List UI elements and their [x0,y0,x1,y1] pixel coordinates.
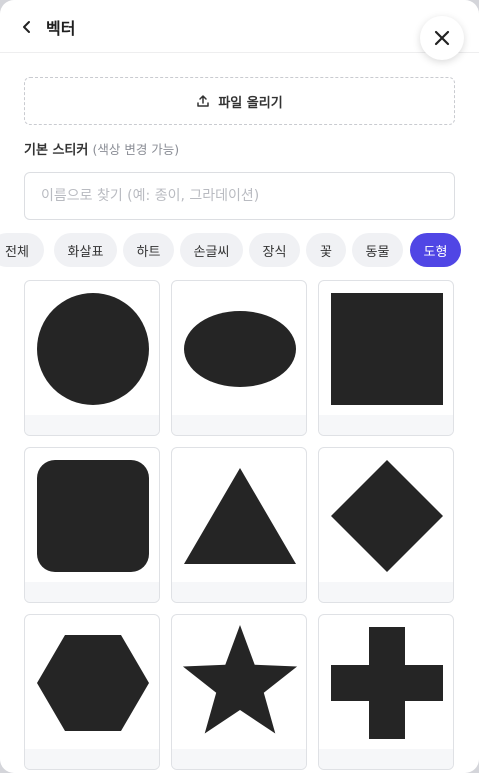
ellipse-shape-icon [184,311,296,387]
card-footer [319,415,453,435]
category-chip[interactable]: 장식 [249,233,300,267]
card-footer [172,582,306,602]
category-chip[interactable]: 동물 [352,233,403,267]
card-footer [172,415,306,435]
close-button[interactable] [420,16,464,60]
section-heading: 기본 스티커 (색상 변경 가능) [24,139,179,158]
shape-card[interactable] [171,614,307,770]
card-footer [25,415,159,435]
category-chip[interactable]: 도형 [410,233,461,267]
file-upload-button[interactable]: 파일 올리기 [24,77,455,125]
shape-card[interactable] [24,447,160,603]
shape-card[interactable] [318,447,454,603]
category-chips: 전체 화살표 하트 손글씨 장식 꽃 동물 도형 [0,233,479,269]
upload-icon [197,95,210,107]
category-chip[interactable]: 꽃 [306,233,346,267]
back-button[interactable] [16,16,38,38]
vector-sticker-panel: 벡터 파일 올리기 기본 스티커 (색상 변경 가능) 전체 화살표하트손글씨장식… [0,0,479,773]
cross-shape-icon [331,627,443,739]
category-chip[interactable]: 하트 [123,233,174,267]
section-subtitle: (색상 변경 가능) [92,142,180,157]
page-title: 벡터 [46,19,76,38]
triangle-shape-icon [184,468,296,564]
category-chip[interactable]: 손글씨 [180,233,243,267]
chevron-left-icon [23,21,30,33]
card-footer [25,582,159,602]
shape-card[interactable] [171,280,307,436]
star-shape-icon [182,625,298,734]
card-footer [319,749,453,769]
panel-header: 벡터 [0,0,479,53]
card-footer [25,749,159,769]
close-icon [434,30,450,46]
diamond-shape-icon [331,460,443,572]
shape-card[interactable] [318,280,454,436]
category-chip[interactable]: 전체 [0,233,44,267]
circle-shape-icon [37,293,149,405]
shape-card[interactable] [24,280,160,436]
search-input[interactable] [24,172,455,220]
shape-card[interactable] [318,614,454,770]
shape-card[interactable] [24,614,160,770]
shape-card[interactable] [171,447,307,603]
hexagon-shape-icon [37,635,149,731]
square-shape-icon [331,293,443,405]
upload-label: 파일 올리기 [218,95,283,111]
section-title: 기본 스티커 [24,143,89,158]
category-chip[interactable]: 화살표 [54,233,117,267]
card-footer [319,582,453,602]
rounded-square-shape-icon [37,460,149,572]
card-footer [172,749,306,769]
